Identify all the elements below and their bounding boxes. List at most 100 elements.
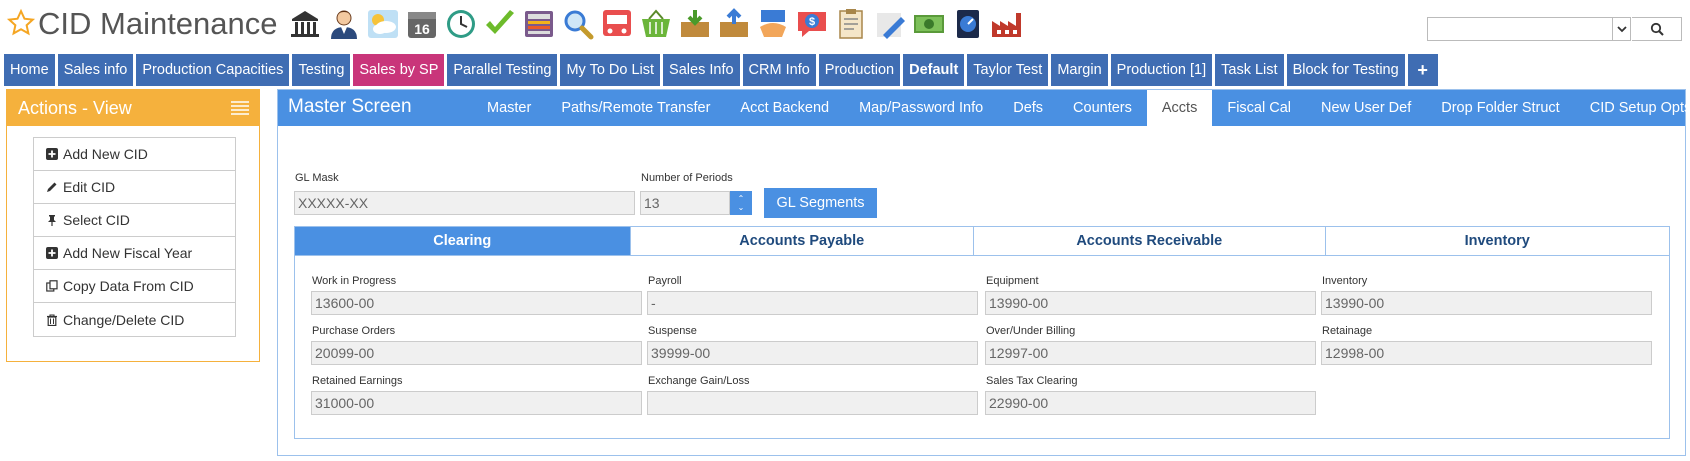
gl-mask-field[interactable] (294, 191, 635, 215)
tab-clearing[interactable]: Clearing (295, 227, 631, 255)
periods-stepper[interactable]: ⌃ ⌄ (730, 191, 752, 215)
number-of-periods-field[interactable] (640, 191, 730, 215)
nav-tab-testing[interactable]: Testing (292, 54, 351, 86)
factory-icon[interactable] (990, 6, 1024, 42)
nav-tab-production-capacities[interactable]: Production Capacities (136, 54, 290, 86)
purchase-orders-label: Purchase Orders (312, 325, 396, 337)
over-under-billing-field[interactable] (985, 341, 1316, 365)
magnifier-icon[interactable] (561, 6, 595, 42)
bus-icon[interactable] (600, 6, 634, 42)
accounts-tabs: Clearing Accounts Payable Accounts Recei… (295, 227, 1669, 256)
handshake-icon[interactable] (756, 6, 790, 42)
add-new-cid-button[interactable]: Add New CID (34, 138, 235, 171)
app-header: CID Maintenance 16 $ (0, 0, 1690, 52)
actions-panel: Actions - View Add New CID Edit CID Sele… (6, 89, 260, 362)
top-search-input[interactable] (1428, 18, 1612, 40)
nav-tab-sales-info[interactable]: Sales info (57, 54, 134, 86)
tab-accounts-payable[interactable]: Accounts Payable (631, 227, 975, 255)
download-box-icon[interactable] (678, 6, 712, 42)
gauge-icon[interactable] (951, 6, 985, 42)
tab-cid-setup-opts[interactable]: CID Setup Opts (1575, 90, 1690, 126)
sales-tax-clearing-label: Sales Tax Clearing (986, 375, 1078, 387)
purchase-orders-field[interactable] (311, 341, 642, 365)
pencil-icon[interactable] (873, 6, 907, 42)
tab-fiscal-cal[interactable]: Fiscal Cal (1212, 90, 1306, 126)
sales-tax-clearing-field[interactable] (985, 391, 1316, 415)
nav-tab-production-1[interactable]: Production [1] (1110, 54, 1213, 86)
search-icon[interactable] (1632, 17, 1682, 41)
calculator-icon[interactable] (522, 6, 556, 42)
main-nav: Home Sales info Production Capacities Te… (4, 54, 1438, 86)
tab-counters[interactable]: Counters (1058, 90, 1147, 126)
change-delete-cid-button[interactable]: Change/Delete CID (34, 303, 235, 336)
tab-map-password-info[interactable]: Map/Password Info (844, 90, 998, 126)
plus-square-icon (46, 247, 58, 259)
tab-accts[interactable]: Accts (1146, 90, 1213, 126)
weather-icon[interactable] (366, 6, 400, 42)
retained-earnings-label: Retained Earnings (312, 375, 403, 387)
exchange-gain-loss-field[interactable] (647, 391, 978, 415)
gl-segments-button[interactable]: GL Segments (764, 188, 877, 218)
chevron-down-icon[interactable] (1612, 18, 1630, 40)
retainage-label: Retainage (1322, 325, 1373, 337)
payroll-field[interactable] (647, 291, 978, 315)
checkmark-icon[interactable] (483, 6, 517, 42)
top-search-combo[interactable] (1427, 17, 1631, 41)
action-label: Add New Fiscal Year (63, 245, 193, 261)
pencil-icon (47, 182, 57, 192)
edit-cid-button[interactable]: Edit CID (34, 171, 235, 204)
inventory-field[interactable] (1321, 291, 1652, 315)
money-icon[interactable] (912, 6, 946, 42)
action-label: Edit CID (63, 179, 116, 195)
select-cid-button[interactable]: Select CID (34, 204, 235, 237)
star-icon[interactable] (6, 8, 36, 38)
equipment-field[interactable] (985, 291, 1316, 315)
retainage-field[interactable] (1321, 341, 1652, 365)
dollar-chat-icon[interactable]: $ (795, 6, 829, 42)
plus-square-icon (46, 148, 58, 160)
user-icon[interactable] (327, 6, 361, 42)
tab-master[interactable]: Master (472, 90, 546, 126)
upload-box-icon[interactable] (717, 6, 751, 42)
calendar-16-icon[interactable]: 16 (405, 6, 439, 42)
clipboard-icon[interactable] (834, 6, 868, 42)
nav-tab-production[interactable]: Production (818, 54, 901, 86)
nav-tab-parallel-testing[interactable]: Parallel Testing (447, 54, 558, 86)
nav-tab-default[interactable]: Default (903, 54, 965, 86)
nav-tab-taylor-test[interactable]: Taylor Test (967, 54, 1049, 86)
retained-earnings-field[interactable] (311, 391, 642, 415)
add-new-fiscal-year-button[interactable]: Add New Fiscal Year (34, 237, 235, 270)
nav-tab-sales-by-sp[interactable]: Sales by SP (353, 54, 445, 86)
tab-acct-backend[interactable]: Acct Backend (725, 90, 844, 126)
nav-tab-margin[interactable]: Margin (1051, 54, 1108, 86)
add-tab-button[interactable]: + (1407, 54, 1438, 86)
copy-data-from-cid-button[interactable]: Copy Data From CID (34, 270, 235, 303)
tab-drop-folder-struct[interactable]: Drop Folder Struct (1426, 90, 1574, 126)
tab-paths-remote-transfer[interactable]: Paths/Remote Transfer (546, 90, 725, 126)
svg-text:$: $ (809, 16, 815, 28)
nav-tab-sales-info-2[interactable]: Sales Info (663, 54, 740, 86)
tab-defs[interactable]: Defs (998, 90, 1058, 126)
tab-accounts-receivable[interactable]: Accounts Receivable (974, 227, 1326, 255)
menu-icon[interactable] (231, 100, 249, 116)
tab-new-user-def[interactable]: New User Def (1306, 90, 1426, 126)
chevron-down-icon[interactable]: ⌄ (738, 203, 745, 212)
nav-tab-home[interactable]: Home (4, 54, 55, 86)
copy-icon (46, 280, 58, 292)
master-tabs: Master Paths/Remote Transfer Acct Backen… (472, 90, 1690, 126)
nav-tab-crm-info[interactable]: CRM Info (742, 54, 816, 86)
nav-tab-block-for-testing[interactable]: Block for Testing (1286, 54, 1405, 86)
equipment-label: Equipment (986, 275, 1039, 287)
basket-icon[interactable] (639, 6, 673, 42)
nav-tab-my-to-do-list[interactable]: My To Do List (560, 54, 661, 86)
nav-tab-task-list[interactable]: Task List (1215, 54, 1284, 86)
bank-icon[interactable] (288, 6, 322, 42)
calendar-day: 16 (414, 21, 430, 37)
chevron-up-icon[interactable]: ⌃ (738, 194, 745, 203)
clock-icon[interactable] (444, 6, 478, 42)
suspense-field[interactable] (647, 341, 978, 365)
app-title: CID Maintenance (38, 6, 278, 41)
action-list: Add New CID Edit CID Select CID Add New … (33, 137, 236, 337)
work-in-progress-field[interactable] (311, 291, 642, 315)
tab-inventory[interactable]: Inventory (1326, 227, 1670, 255)
